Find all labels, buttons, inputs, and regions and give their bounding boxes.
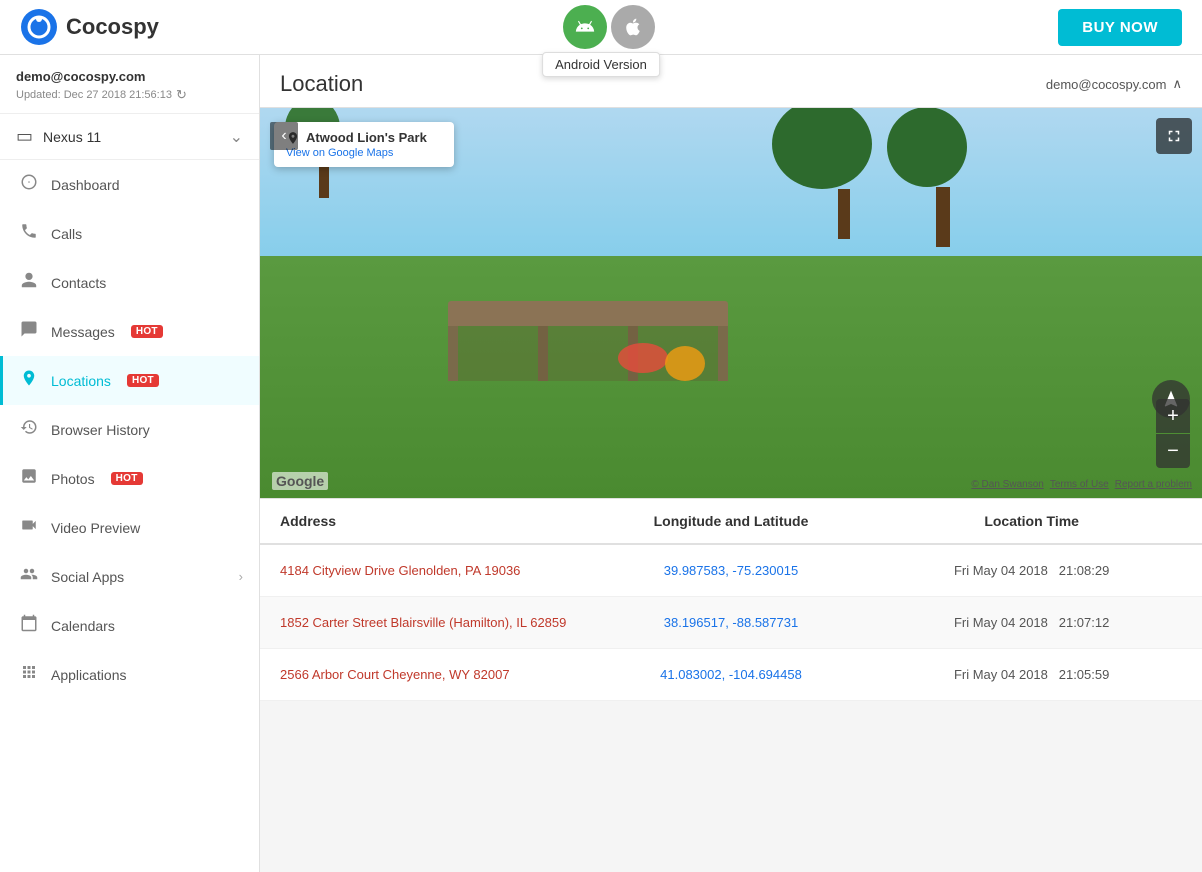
map-info-box: Atwood Lion's Park View on Google Maps: [274, 122, 454, 167]
calendars-icon: [19, 614, 39, 637]
applications-icon: [19, 663, 39, 686]
location-table: Address Longitude and Latitude Location …: [260, 498, 1202, 701]
sidebar-item-label: Applications: [51, 667, 127, 683]
ios-platform-button[interactable]: [611, 5, 655, 49]
sidebar-item-video-preview[interactable]: Video Preview: [0, 503, 259, 552]
map-fullscreen-button[interactable]: [1156, 118, 1192, 154]
table-cell-time: Fri May 04 2018 21:08:29: [881, 563, 1182, 578]
sidebar-item-label: Photos: [51, 471, 95, 487]
sidebar-item-dashboard[interactable]: Dashboard: [0, 160, 259, 209]
device-row[interactable]: ▭ Nexus 11 ⌄: [0, 114, 259, 160]
play-equipment2: [665, 346, 705, 381]
device-icon: ▭: [16, 126, 33, 147]
account-email: demo@cocospy.com: [16, 69, 243, 84]
map-zoom-controls: + −: [1156, 399, 1190, 468]
user-email: demo@cocospy.com: [1046, 77, 1167, 92]
table-cell-time: Fri May 04 2018 21:05:59: [881, 667, 1182, 682]
table-row: 2566 Arbor Court Cheyenne, WY 82007 41.0…: [260, 649, 1202, 701]
main-content: Location demo@cocospy.com ∧: [260, 55, 1202, 872]
sidebar-item-calls[interactable]: Calls: [0, 209, 259, 258]
table-cell-address: 2566 Arbor Court Cheyenne, WY 82007: [280, 667, 581, 682]
map-ground: [260, 256, 1202, 498]
sidebar-item-label: Locations: [51, 373, 111, 389]
sidebar-item-label: Video Preview: [51, 520, 140, 536]
table-cell-coords[interactable]: 39.987583, -75.230015: [581, 563, 882, 578]
play-equipment: [618, 343, 668, 373]
page-title: Location: [280, 71, 363, 97]
table-row: 4184 Cityview Drive Glenolden, PA 19036 …: [260, 545, 1202, 597]
messages-hot-badge: HOT: [131, 325, 163, 338]
device-chevron-icon: ⌄: [230, 127, 243, 147]
table-cell-time: Fri May 04 2018 21:07:12: [881, 615, 1182, 630]
browser-history-icon: [19, 418, 39, 441]
social-apps-icon: [19, 565, 39, 588]
locations-hot-badge: HOT: [127, 374, 159, 387]
map-report-link[interactable]: Report a problem: [1115, 479, 1192, 490]
sidebar-item-label: Calls: [51, 226, 82, 242]
sidebar-item-social-apps[interactable]: Social Apps ›: [0, 552, 259, 601]
app-header: Cocospy Android Version BUY NOW: [0, 0, 1202, 55]
table-cell-coords[interactable]: 41.083002, -104.694458: [581, 667, 882, 682]
table-cell-address: 4184 Cityview Drive Glenolden, PA 19036: [280, 563, 581, 578]
calls-icon: [19, 222, 39, 245]
map-credits: © Dan Swanson Terms of Use Report a prob…: [971, 479, 1192, 490]
cocospy-logo-icon: [20, 8, 58, 46]
table-cell-address: 1852 Carter Street Blairsville (Hamilton…: [280, 615, 581, 630]
user-info[interactable]: demo@cocospy.com ∧: [1046, 76, 1182, 92]
map-container: Atwood Lion's Park View on Google Maps ‹…: [260, 108, 1202, 498]
tree1: [920, 147, 967, 247]
sidebar-item-label: Dashboard: [51, 177, 120, 193]
map-zoom-in-button[interactable]: +: [1156, 399, 1190, 433]
sidebar-item-contacts[interactable]: Contacts: [0, 258, 259, 307]
tree3: [815, 139, 872, 239]
sidebar-item-locations[interactable]: Locations HOT: [0, 356, 259, 405]
platform-buttons: [563, 5, 655, 49]
account-updated: Updated: Dec 27 2018 21:56:13 ↻: [16, 87, 243, 103]
contacts-icon: [19, 271, 39, 294]
device-name: Nexus 11: [43, 129, 101, 145]
sidebar-item-messages[interactable]: Messages HOT: [0, 307, 259, 356]
sidebar-item-label: Social Apps: [51, 569, 124, 585]
buy-now-button[interactable]: BUY NOW: [1058, 9, 1182, 46]
main-layout: demo@cocospy.com Updated: Dec 27 2018 21…: [0, 55, 1202, 872]
table-header-coords: Longitude and Latitude: [581, 513, 882, 529]
table-header-address: Address: [280, 513, 581, 529]
main-header: Location demo@cocospy.com ∧: [260, 55, 1202, 108]
sidebar-item-label: Browser History: [51, 422, 150, 438]
sidebar-item-label: Contacts: [51, 275, 106, 291]
sidebar-account: demo@cocospy.com Updated: Dec 27 2018 21…: [0, 55, 259, 114]
map-prev-button[interactable]: ‹: [270, 122, 298, 150]
locations-icon: [19, 369, 39, 392]
header-center: Android Version: [563, 5, 655, 49]
dashboard-icon: [19, 173, 39, 196]
view-on-google-maps-link[interactable]: View on Google Maps: [286, 147, 442, 159]
table-header-row: Address Longitude and Latitude Location …: [260, 499, 1202, 545]
sidebar-item-calendars[interactable]: Calendars: [0, 601, 259, 650]
map-credit-photographer: © Dan Swanson: [971, 479, 1043, 490]
android-tooltip: Android Version: [542, 52, 660, 77]
table-row: 1852 Carter Street Blairsville (Hamilton…: [260, 597, 1202, 649]
photos-hot-badge: HOT: [111, 472, 143, 485]
google-watermark: Google: [272, 472, 328, 490]
sidebar-item-label: Messages: [51, 324, 115, 340]
social-apps-arrow-icon: ›: [239, 569, 243, 584]
android-platform-button[interactable]: [563, 5, 607, 49]
map-location-name: Atwood Lion's Park: [306, 130, 427, 145]
map-zoom-out-button[interactable]: −: [1156, 434, 1190, 468]
table-cell-coords[interactable]: 38.196517, -88.587731: [581, 615, 882, 630]
sidebar-item-label: Calendars: [51, 618, 115, 634]
table-header-time: Location Time: [881, 513, 1182, 529]
video-preview-icon: [19, 516, 39, 539]
map-terms-link[interactable]: Terms of Use: [1050, 479, 1109, 490]
messages-icon: [19, 320, 39, 343]
sidebar-item-applications[interactable]: Applications: [0, 650, 259, 699]
user-menu-chevron-icon: ∧: [1172, 76, 1182, 92]
sidebar-item-browser-history[interactable]: Browser History: [0, 405, 259, 454]
sidebar: demo@cocospy.com Updated: Dec 27 2018 21…: [0, 55, 260, 872]
sidebar-item-photos[interactable]: Photos HOT: [0, 454, 259, 503]
logo-text: Cocospy: [66, 14, 159, 40]
photos-icon: [19, 467, 39, 490]
refresh-icon[interactable]: ↻: [176, 87, 187, 103]
logo-area: Cocospy: [20, 8, 159, 46]
